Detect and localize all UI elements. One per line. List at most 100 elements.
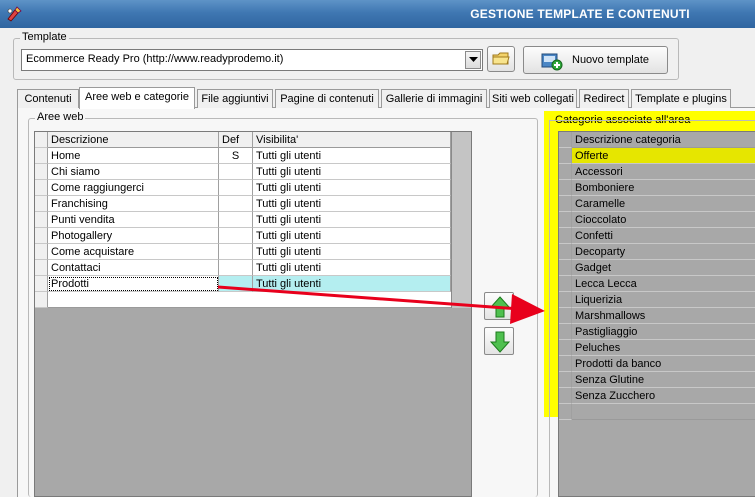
row-selector[interactable] (35, 260, 48, 276)
row-selector[interactable] (559, 196, 572, 212)
category-cell[interactable]: Accessori (572, 164, 755, 180)
table-cell[interactable]: Come acquistare (48, 244, 219, 260)
category-cell[interactable]: Caramelle (572, 196, 755, 212)
row-selector[interactable] (559, 340, 572, 356)
category-cell[interactable]: Confetti (572, 228, 755, 244)
areas-grid[interactable]: Descrizione Def Visibilita' Home S Tutti g… (34, 131, 472, 497)
new-template-button[interactable]: Nuovo template (523, 46, 668, 74)
column-header-visibilita[interactable]: Visibilita' (253, 132, 451, 148)
list-item[interactable]: Senza Glutine (559, 372, 755, 388)
tab-file-aggiuntivi[interactable]: File aggiuntivi (197, 89, 273, 108)
table-cell[interactable]: Tutti gli utenti (253, 164, 451, 180)
row-selector[interactable] (35, 180, 48, 196)
list-item[interactable]: Liquerizia (559, 292, 755, 308)
table-cell[interactable]: S (219, 148, 253, 164)
table-row[interactable]: Prodotti Tutti gli utenti (35, 276, 451, 292)
row-selector[interactable] (559, 388, 572, 404)
row-selector[interactable] (559, 180, 572, 196)
template-select[interactable]: Ecommerce Ready Pro (http://www.readypro… (21, 49, 483, 71)
column-header-descrizione-categoria[interactable]: Descrizione categoria (572, 132, 755, 148)
category-cell[interactable]: Cioccolato (572, 212, 755, 228)
open-folder-button[interactable] (487, 46, 515, 72)
table-cell[interactable]: Tutti gli utenti (253, 260, 451, 276)
list-item[interactable]: Bomboniere (559, 180, 755, 196)
tab-siti-collegati[interactable]: Siti web collegati (489, 89, 577, 108)
row-selector[interactable] (35, 212, 48, 228)
row-selector[interactable] (559, 244, 572, 260)
row-selector[interactable] (559, 212, 572, 228)
row-selector[interactable] (559, 164, 572, 180)
row-selector[interactable] (559, 260, 572, 276)
areas-vertical-scrollbar[interactable] (451, 132, 471, 308)
list-item[interactable]: Decoparty (559, 244, 755, 260)
row-selector[interactable] (559, 228, 572, 244)
table-cell[interactable] (219, 164, 253, 180)
category-cell[interactable]: Senza Glutine (572, 372, 755, 388)
table-cell[interactable]: Franchising (48, 196, 219, 212)
categories-grid[interactable]: Descrizione categoria Offerte Accessori Bo… (558, 131, 755, 497)
table-cell[interactable] (219, 244, 253, 260)
list-item[interactable]: Cioccolato (559, 212, 755, 228)
row-selector[interactable] (559, 356, 572, 372)
table-cell[interactable]: Home (48, 148, 219, 164)
table-cell[interactable]: Come raggiungerci (48, 180, 219, 196)
row-selector[interactable] (35, 196, 48, 212)
column-header-descrizione[interactable]: Descrizione (48, 132, 219, 148)
table-cell[interactable]: Tutti gli utenti (253, 212, 451, 228)
row-selector[interactable] (35, 276, 48, 292)
move-up-button[interactable] (484, 292, 514, 320)
table-cell[interactable] (219, 228, 253, 244)
list-item[interactable]: Accessori (559, 164, 755, 180)
category-cell[interactable]: Marshmallows (572, 308, 755, 324)
row-selector[interactable] (559, 372, 572, 388)
row-selector[interactable] (559, 404, 572, 420)
row-selector[interactable] (35, 164, 48, 180)
table-row[interactable]: Photogallery Tutti gli utenti (35, 228, 451, 244)
table-cell[interactable]: Punti vendita (48, 212, 219, 228)
list-item[interactable]: Peluches (559, 340, 755, 356)
row-selector[interactable] (35, 292, 48, 308)
row-selector[interactable] (559, 324, 572, 340)
table-cell[interactable]: Tutti gli utenti (253, 196, 451, 212)
table-cell[interactable]: Tutti gli utenti (253, 276, 451, 292)
table-row[interactable]: Chi siamo Tutti gli utenti (35, 164, 451, 180)
category-cell[interactable]: Lecca Lecca (572, 276, 755, 292)
table-cell[interactable] (219, 212, 253, 228)
tab-redirect[interactable]: Redirect (579, 89, 629, 108)
table-cell[interactable]: Tutti gli utenti (253, 244, 451, 260)
list-item[interactable]: Senza Zucchero (559, 388, 755, 404)
table-row[interactable]: Home S Tutti gli utenti (35, 148, 451, 164)
category-cell[interactable]: Decoparty (572, 244, 755, 260)
list-item[interactable]: Pastigliaggio (559, 324, 755, 340)
category-cell[interactable]: Liquerizia (572, 292, 755, 308)
row-selector[interactable] (559, 292, 572, 308)
column-header-def[interactable]: Def (219, 132, 253, 148)
category-cell[interactable]: Peluches (572, 340, 755, 356)
tab-contenuti[interactable]: Contenuti (17, 89, 79, 108)
table-row[interactable]: Punti vendita Tutti gli utenti (35, 212, 451, 228)
list-item[interactable]: Marshmallows (559, 308, 755, 324)
table-row[interactable]: Come raggiungerci Tutti gli utenti (35, 180, 451, 196)
list-item[interactable]: Offerte (559, 148, 755, 164)
list-item[interactable]: Gadget (559, 260, 755, 276)
move-down-button[interactable] (484, 327, 514, 355)
table-cell[interactable]: Photogallery (48, 228, 219, 244)
table-row[interactable]: Franchising Tutti gli utenti (35, 196, 451, 212)
category-cell[interactable]: Prodotti da banco (572, 356, 755, 372)
tab-template-plugins[interactable]: Template e plugins (631, 89, 731, 108)
table-row[interactable]: Come acquistare Tutti gli utenti (35, 244, 451, 260)
table-cell[interactable] (219, 180, 253, 196)
list-item[interactable]: Caramelle (559, 196, 755, 212)
category-cell[interactable]: Bomboniere (572, 180, 755, 196)
category-cell[interactable]: Offerte (572, 148, 755, 164)
row-selector[interactable] (559, 276, 572, 292)
row-selector[interactable] (559, 308, 572, 324)
category-cell[interactable]: Gadget (572, 260, 755, 276)
category-cell[interactable]: Pastigliaggio (572, 324, 755, 340)
list-item[interactable]: Confetti (559, 228, 755, 244)
table-cell[interactable]: Prodotti (48, 276, 219, 292)
table-cell[interactable] (219, 196, 253, 212)
table-cell[interactable]: Chi siamo (48, 164, 219, 180)
list-item[interactable]: Prodotti da banco (559, 356, 755, 372)
table-cell[interactable]: Tutti gli utenti (253, 228, 451, 244)
